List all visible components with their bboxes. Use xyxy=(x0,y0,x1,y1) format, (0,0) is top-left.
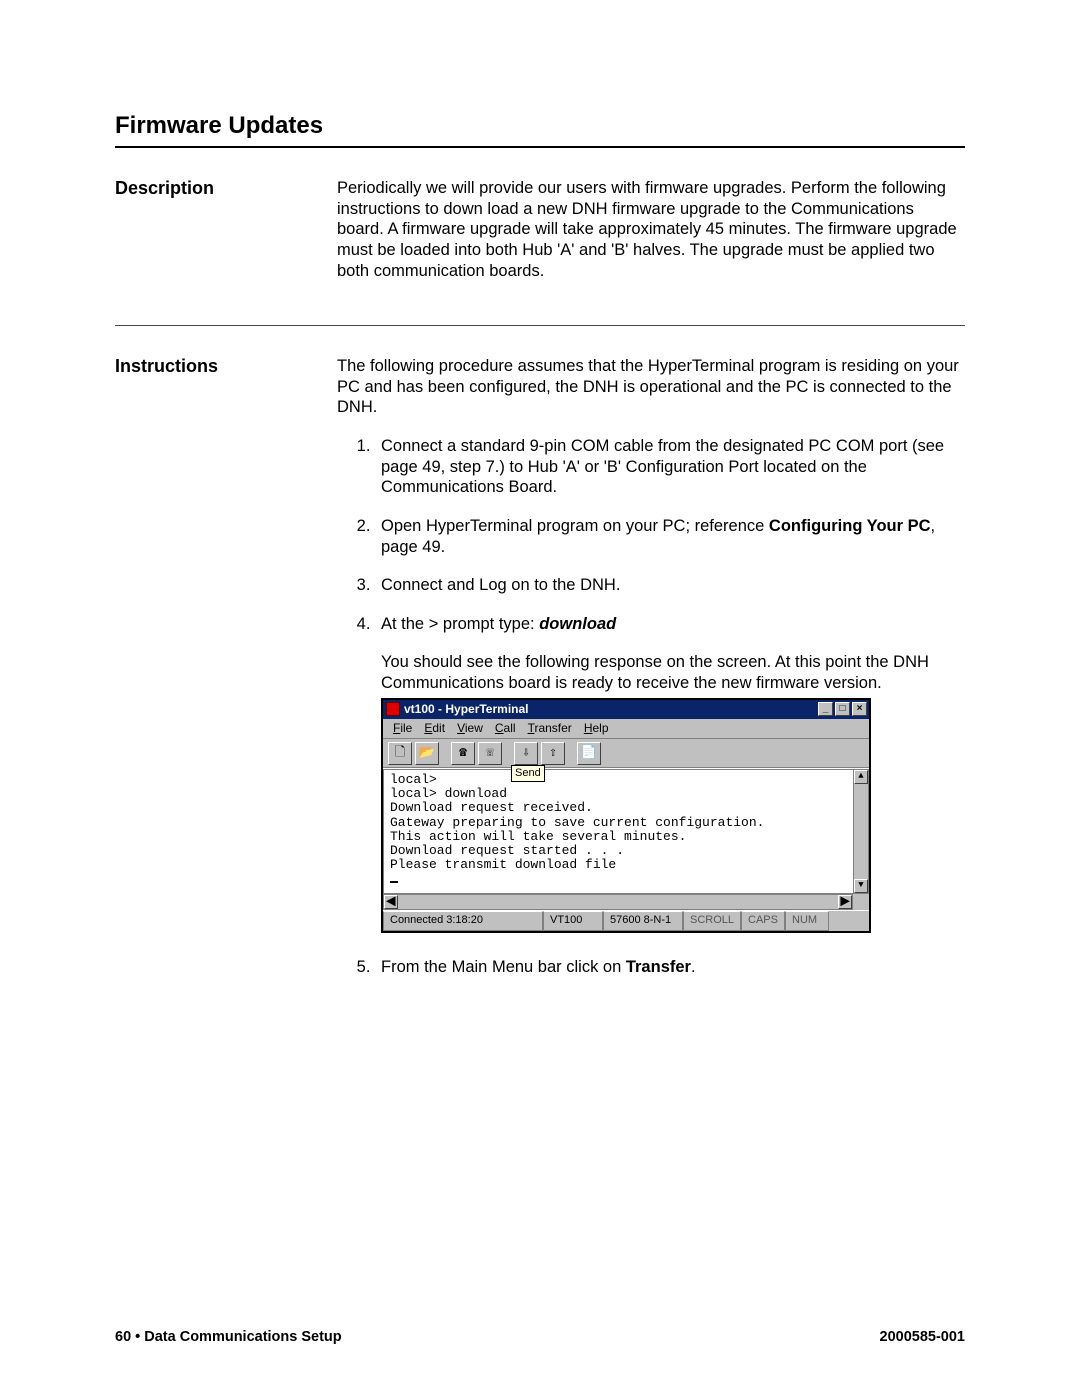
terminal-cursor xyxy=(390,881,398,883)
menu-call[interactable]: Call xyxy=(495,721,516,736)
term-line-6: Please transmit download file xyxy=(390,857,616,872)
description-heading: Description xyxy=(115,178,337,199)
connect-icon[interactable]: ☎ xyxy=(451,742,475,765)
step-3: Connect and Log on to the DNH. xyxy=(375,575,965,596)
scroll-left-icon[interactable]: ◄ xyxy=(384,895,398,909)
term-line-1: local> download xyxy=(390,786,507,801)
step-4-pre: At the > prompt type: xyxy=(381,615,539,633)
term-line-3: Gateway preparing to save current config… xyxy=(390,815,764,830)
window-titlebar: vt100 - HyperTerminal _ □ × xyxy=(383,700,869,719)
menu-bar: File Edit View Call Transfer Help xyxy=(383,719,869,738)
close-icon[interactable]: × xyxy=(852,702,867,716)
footer-right: 2000585-001 xyxy=(880,1329,965,1345)
receive-icon[interactable]: ⇧ xyxy=(541,742,565,765)
instructions-heading: Instructions xyxy=(115,356,337,377)
send-icon[interactable]: ⇩ xyxy=(514,742,538,765)
step-5-pre: From the Main Menu bar click on xyxy=(381,958,626,976)
page-footer: 60 • Data Communications Setup 2000585-0… xyxy=(115,1329,965,1345)
step-5-bold: Transfer xyxy=(626,958,691,976)
term-line-4: This action will take several minutes. xyxy=(390,829,686,844)
minimize-icon[interactable]: _ xyxy=(818,702,833,716)
section-description: Description Periodically we will provide… xyxy=(115,148,965,299)
scroll-right-icon[interactable]: ► xyxy=(838,895,852,909)
vertical-scrollbar[interactable]: ▲ ▼ xyxy=(853,769,869,894)
step-5-post: . xyxy=(691,958,696,976)
step-2-pre: Open HyperTerminal program on your PC; r… xyxy=(381,517,769,535)
disconnect-icon[interactable]: ☏ xyxy=(478,742,502,765)
status-settings: 57600 8-N-1 xyxy=(603,911,683,931)
step-2-bold: Configuring Your PC xyxy=(769,517,931,535)
footer-left: 60 • Data Communications Setup xyxy=(115,1329,342,1345)
open-icon[interactable]: 📂 xyxy=(415,742,439,765)
instructions-intro: The following procedure assumes that the… xyxy=(337,356,965,418)
term-line-2: Download request received. xyxy=(390,800,593,815)
description-paragraph: Periodically we will provide our users w… xyxy=(337,178,965,281)
hyperterminal-window: vt100 - HyperTerminal _ □ × File Edit Vi… xyxy=(381,698,871,933)
maximize-icon[interactable]: □ xyxy=(835,702,850,716)
status-num: NUM xyxy=(785,911,829,931)
step-2: Open HyperTerminal program on your PC; r… xyxy=(375,516,965,557)
status-bar: Connected 3:18:20 VT100 57600 8-N-1 SCRO… xyxy=(383,910,869,931)
step-5: From the Main Menu bar click on Transfer… xyxy=(375,957,965,978)
menu-file[interactable]: File xyxy=(393,721,412,736)
terminal-output[interactable]: local> local> download Download request … xyxy=(383,769,853,894)
scroll-up-icon[interactable]: ▲ xyxy=(854,770,868,784)
section-instructions: Instructions The following procedure ass… xyxy=(115,325,965,995)
toolbar: 🗋 📂 ☎ ☏ ⇩ ⇧ 📄 Send xyxy=(383,738,869,768)
status-connected: Connected 3:18:20 xyxy=(383,911,543,931)
instructions-list: Connect a standard 9-pin COM cable from … xyxy=(337,436,965,977)
scroll-down-icon[interactable]: ▼ xyxy=(854,879,868,893)
status-scroll: SCROLL xyxy=(683,911,741,931)
menu-help[interactable]: Help xyxy=(584,721,609,736)
new-icon[interactable]: 🗋 xyxy=(388,742,412,765)
term-line-0: local> xyxy=(390,772,437,787)
menu-edit[interactable]: Edit xyxy=(424,721,445,736)
step-1: Connect a standard 9-pin COM cable from … xyxy=(375,436,965,498)
status-caps: CAPS xyxy=(741,911,785,931)
menu-view[interactable]: View xyxy=(457,721,483,736)
page-title: Firmware Updates xyxy=(115,112,965,140)
term-line-5: Download request started . . . xyxy=(390,843,624,858)
menu-transfer[interactable]: Transfer xyxy=(528,721,572,736)
step-4-after: You should see the following response on… xyxy=(381,652,965,693)
hyperterminal-icon xyxy=(386,702,400,716)
horizontal-scrollbar[interactable]: ◄ ► xyxy=(383,894,853,910)
step-4: At the > prompt type: download You shoul… xyxy=(375,614,965,933)
window-title: vt100 - HyperTerminal xyxy=(404,702,529,717)
properties-icon[interactable]: 📄 xyxy=(577,742,601,765)
step-4-cmd: download xyxy=(539,615,616,633)
toolbar-tooltip: Send xyxy=(511,765,545,783)
status-emulation: VT100 xyxy=(543,911,603,931)
